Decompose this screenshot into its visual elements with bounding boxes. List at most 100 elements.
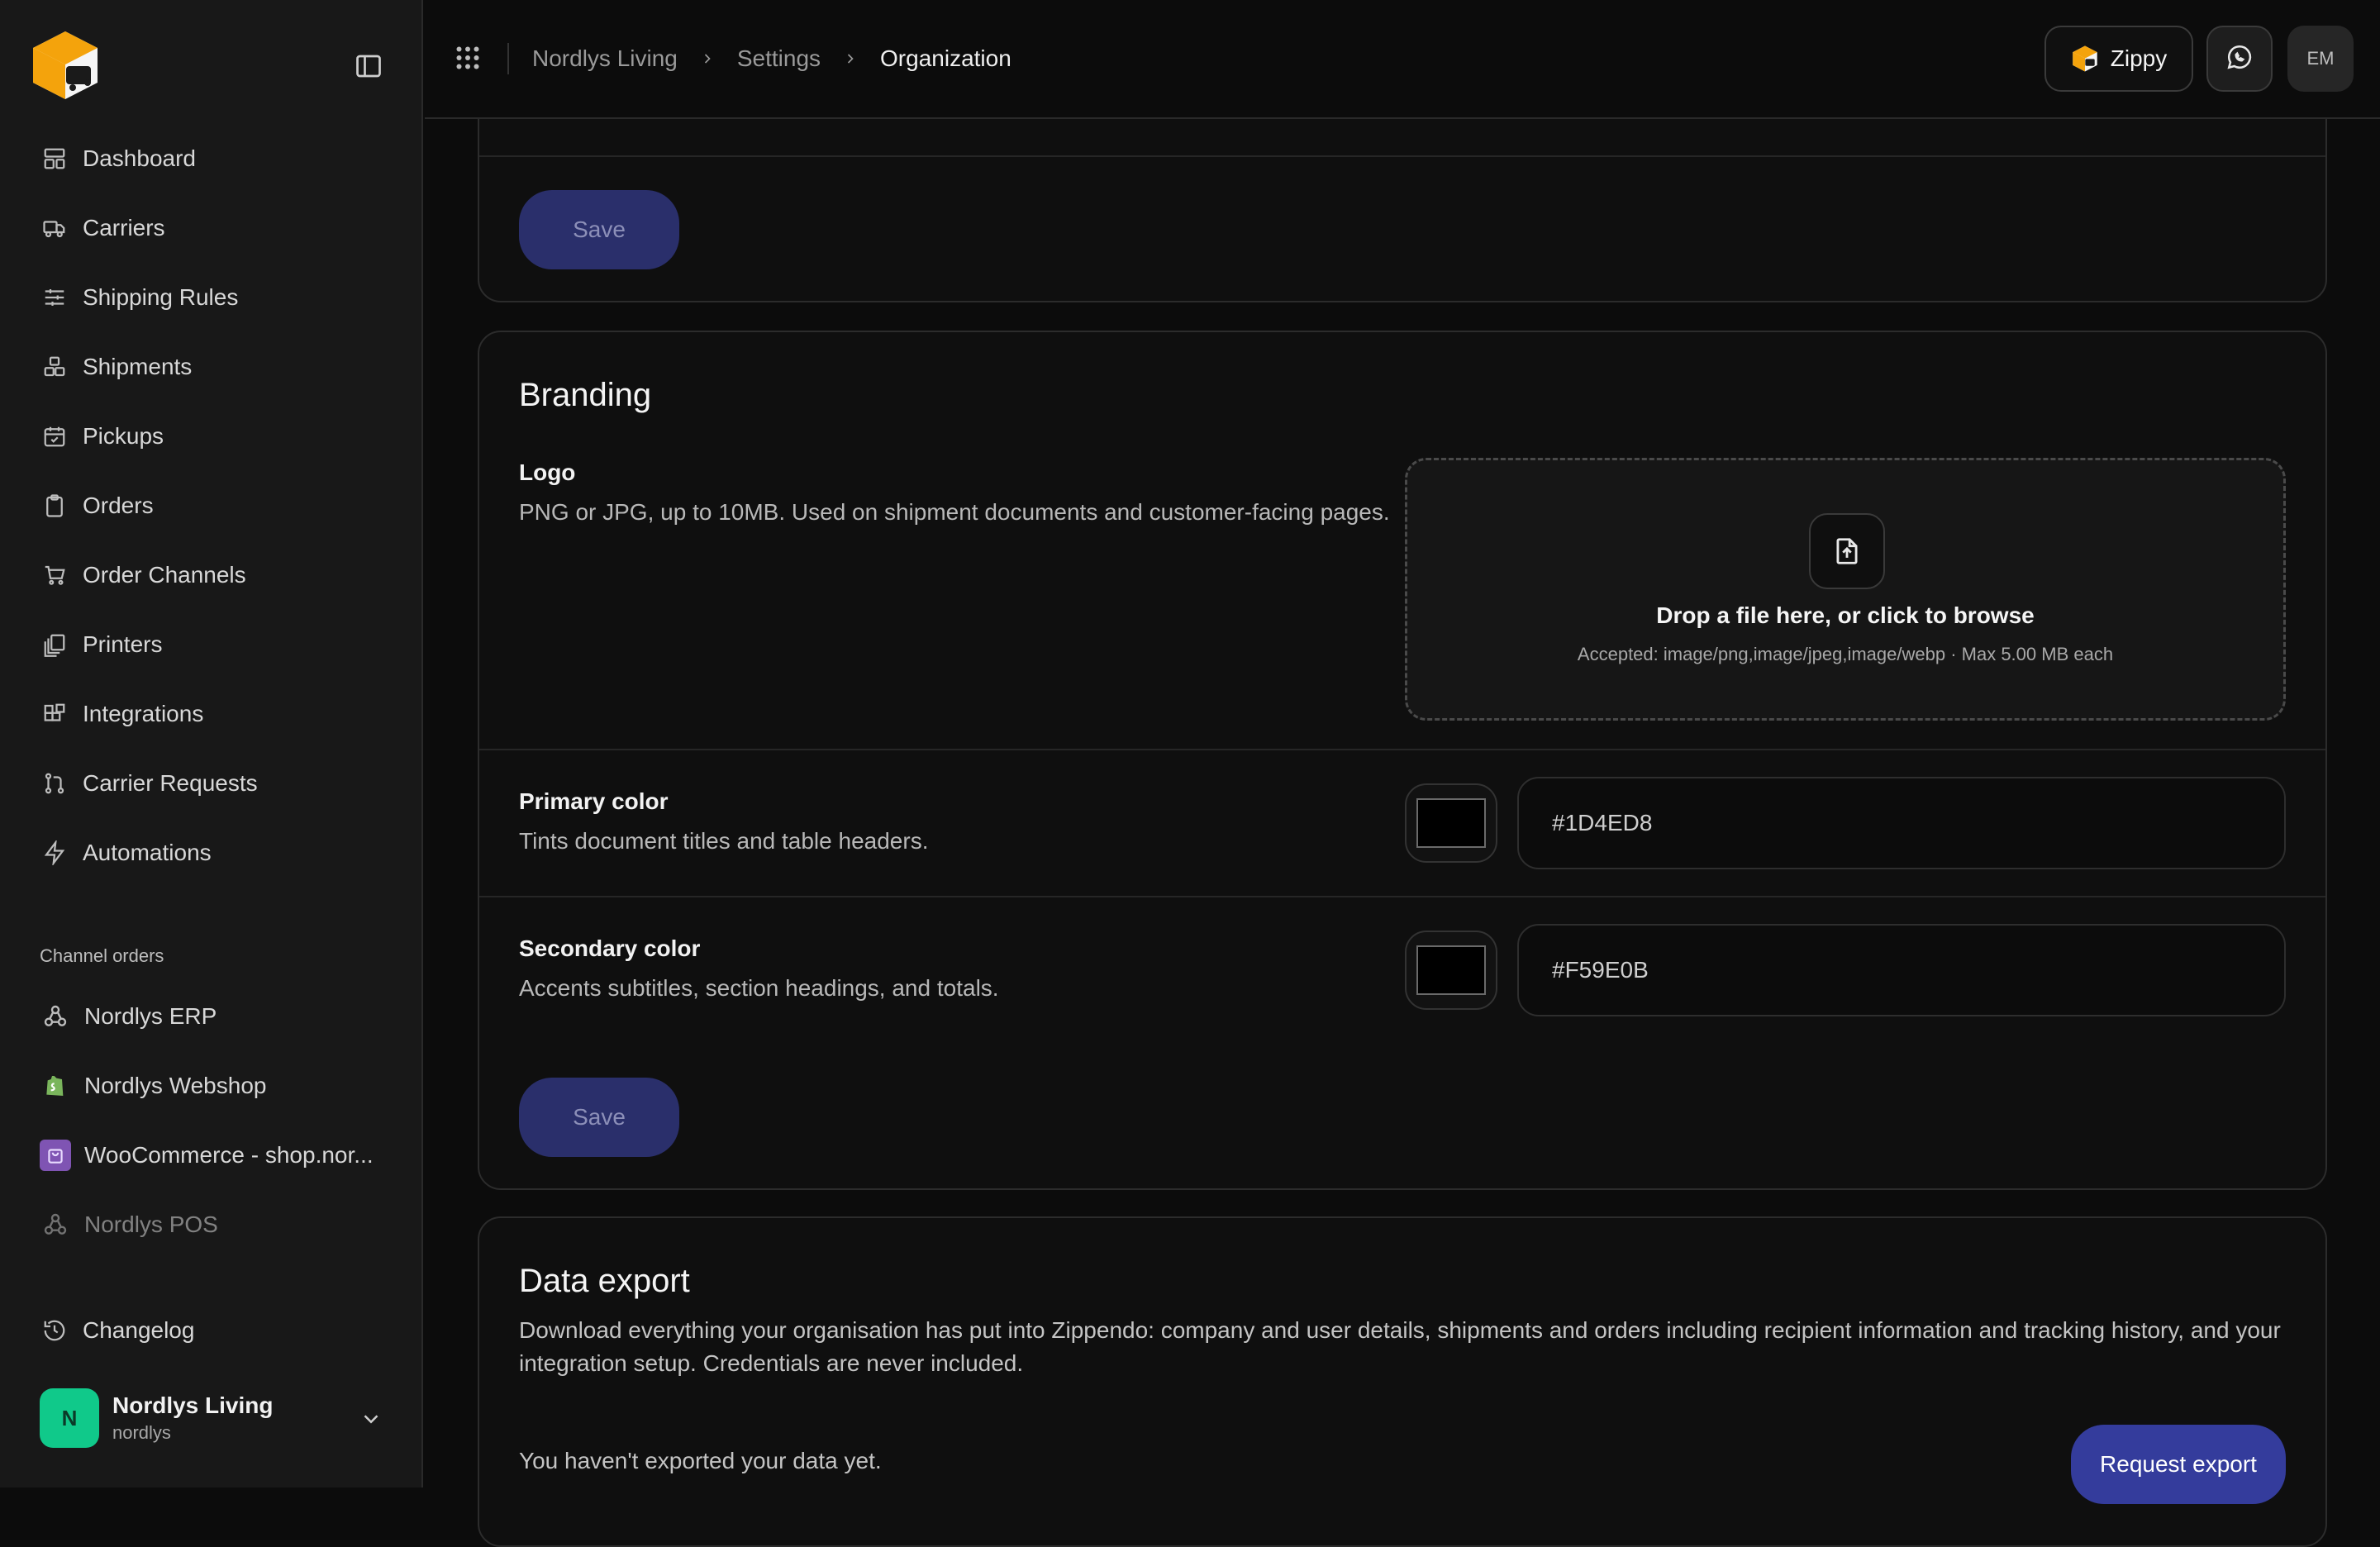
breadcrumb: Nordlys Living Settings Organization <box>532 43 1011 74</box>
org-switcher[interactable]: N Nordlys Living nordlys <box>20 1375 403 1461</box>
channel-item-nordlys-erp[interactable]: Nordlys ERP <box>20 987 403 1046</box>
nav-item-shipments[interactable]: Shipments <box>20 337 403 397</box>
logo-description: PNG or JPG, up to 10MB. Used on shipment… <box>519 499 1390 525</box>
nav-item-dashboard[interactable]: Dashboard <box>20 129 403 188</box>
secondary-color-input[interactable]: #F59E0B <box>1517 924 2286 1016</box>
data-export-title: Data export <box>519 1263 690 1299</box>
nav-item-orders[interactable]: Orders <box>20 476 403 536</box>
chevron-right-icon <box>699 50 716 67</box>
sliders-icon <box>40 283 69 312</box>
zippy-logo-icon <box>2071 45 2099 73</box>
breadcrumb-settings[interactable]: Settings <box>737 45 821 72</box>
channel-item-label: Nordlys ERP <box>84 1003 217 1029</box>
dropzone-subtitle: Accepted: image/png,image/jpeg,image/web… <box>1577 644 2114 664</box>
boxes-icon <box>40 352 69 382</box>
apps-grid-icon[interactable] <box>453 43 483 73</box>
channel-item-label: Nordlys Webshop <box>84 1073 267 1098</box>
nav-item-label: Shipments <box>83 354 193 379</box>
org-avatar: N <box>40 1388 99 1448</box>
sidebar-toggle-icon[interactable] <box>354 51 383 81</box>
nav-item-label: Order Channels <box>83 562 246 588</box>
chat-bubble-icon <box>2225 43 2254 75</box>
channel-item-nordlys-webshop[interactable]: Nordlys Webshop <box>20 1056 403 1116</box>
history-icon <box>40 1316 69 1345</box>
zippy-label: Zippy <box>2110 45 2168 71</box>
branding-card: Branding Logo PNG or JPG, up to 10MB. Us… <box>478 331 2327 1190</box>
nav-item-automations[interactable]: Automations <box>20 823 403 883</box>
woocommerce-icon <box>40 1140 71 1171</box>
nav-item-shipping-rules[interactable]: Shipping Rules <box>20 268 403 327</box>
nav-item-label: Carrier Requests <box>83 770 258 796</box>
nav-item-label: Changelog <box>83 1317 195 1343</box>
nav-item-label: Dashboard <box>83 145 196 171</box>
top-bar: Nordlys Living Settings Organization Zip… <box>425 0 2380 119</box>
nav-item-carriers[interactable]: Carriers <box>20 198 403 258</box>
dashboard-icon <box>40 144 69 174</box>
truck-icon <box>40 213 69 243</box>
secondary-color-description: Accents subtitles, section headings, and… <box>519 975 999 1001</box>
data-export-description: Download everything your organisation ha… <box>519 1317 2281 1376</box>
nav-item-printers[interactable]: Printers <box>20 615 403 674</box>
primary-color-description: Tints document titles and table headers. <box>519 828 929 854</box>
channel-item-label: WooCommerce - shop.nor... <box>84 1142 374 1168</box>
printer-icon <box>40 630 69 659</box>
chevron-right-icon <box>842 50 859 67</box>
primary-color-label: Primary color <box>519 788 669 814</box>
color-preview <box>1416 798 1486 848</box>
logo-dropzone[interactable]: Drop a file here, or click to browse Acc… <box>1405 458 2286 721</box>
dropzone-title: Drop a file here, or click to browse <box>1656 602 2035 628</box>
nav-item-label: Shipping Rules <box>83 284 239 310</box>
nav-item-pickups[interactable]: Pickups <box>20 407 403 466</box>
primary-color-input[interactable]: #1D4ED8 <box>1517 777 2286 869</box>
nav-item-changelog[interactable]: Changelog <box>20 1301 403 1360</box>
git-pull-request-icon <box>40 769 69 798</box>
user-avatar[interactable]: EM <box>2287 26 2354 92</box>
channel-orders-heading: Channel orders <box>40 945 164 966</box>
secondary-color-swatch[interactable] <box>1405 931 1497 1010</box>
cart-icon <box>40 560 69 590</box>
org-handle: nordlys <box>112 1422 171 1443</box>
primary-color-swatch[interactable] <box>1405 783 1497 863</box>
zippy-assistant-button[interactable]: Zippy <box>2044 26 2193 92</box>
file-upload-icon <box>1809 513 1885 589</box>
color-preview <box>1416 945 1486 995</box>
calendar-check-icon <box>40 421 69 451</box>
branding-title: Branding <box>519 377 652 413</box>
divider <box>479 896 2325 897</box>
logo-label: Logo <box>519 459 576 485</box>
nav-item-label: Pickups <box>83 423 164 449</box>
breadcrumb-org[interactable]: Nordlys Living <box>532 45 678 72</box>
sidebar: Dashboard Carriers Shipping Rules Shipme… <box>0 0 423 1488</box>
webhook-icon <box>40 1209 71 1240</box>
request-export-button[interactable]: Request export <box>2071 1425 2286 1504</box>
export-status: You haven't exported your data yet. <box>519 1448 882 1473</box>
nav-item-label: Printers <box>83 631 163 657</box>
org-name: Nordlys Living <box>112 1392 274 1418</box>
save-button[interactable]: Save <box>519 190 679 269</box>
divider <box>507 43 509 74</box>
channel-item-nordlys-pos[interactable]: Nordlys POS <box>20 1195 403 1254</box>
shopify-icon <box>40 1070 71 1102</box>
secondary-color-label: Secondary color <box>519 935 701 961</box>
clipboard-icon <box>40 491 69 521</box>
nav-item-label: Carriers <box>83 215 165 240</box>
app-logo[interactable] <box>28 28 102 102</box>
data-export-card: Data export Download everything your org… <box>478 1216 2327 1547</box>
nav-item-label: Orders <box>83 493 154 518</box>
divider <box>479 155 2325 157</box>
blocks-icon <box>40 699 69 729</box>
nav-item-label: Automations <box>83 840 212 865</box>
nav-item-integrations[interactable]: Integrations <box>20 684 403 744</box>
chevron-down-icon <box>359 1407 383 1431</box>
chat-button[interactable] <box>2206 26 2273 92</box>
breadcrumb-current: Organization <box>880 45 1011 71</box>
channel-item-woocommerce[interactable]: WooCommerce - shop.nor... <box>20 1126 403 1185</box>
bolt-icon <box>40 838 69 868</box>
nav-item-order-channels[interactable]: Order Channels <box>20 545 403 605</box>
save-button[interactable]: Save <box>519 1078 679 1157</box>
webhook-icon <box>40 1001 71 1032</box>
nav-item-carrier-requests[interactable]: Carrier Requests <box>20 754 403 813</box>
channel-item-label: Nordlys POS <box>84 1211 218 1237</box>
divider <box>479 749 2325 750</box>
nav-item-label: Integrations <box>83 701 204 726</box>
